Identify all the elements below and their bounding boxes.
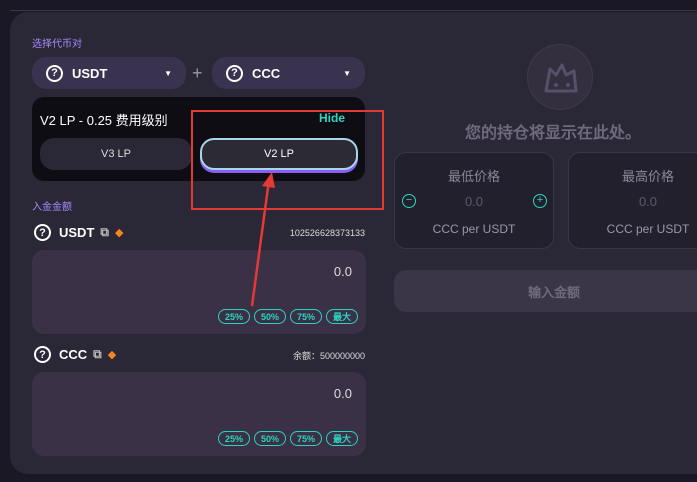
enter-amount-button[interactable]: 输入金额	[394, 270, 697, 312]
empty-position-text: 您的持仓将显示在此处。	[465, 125, 642, 142]
ccc-token-row: ? CCC ⧉ ◆	[34, 346, 116, 363]
caret-down-icon: ▼	[164, 68, 172, 78]
pair-section-label: 选择代币对	[32, 39, 82, 50]
usdt-amount-input[interactable]: 0.0	[334, 264, 352, 279]
annotation-highlight-box	[191, 110, 384, 210]
usdt-percent-row: 25% 50% 75% 最大	[217, 309, 358, 324]
percent-50-button[interactable]: 50%	[253, 309, 286, 324]
app-frame: 选择代币对 ? USDT ▼ + ? CCC ▼ V2 LP - 0.25 费用…	[0, 0, 697, 482]
ccc-percent-row: 25% 50% 75% 最大	[217, 431, 358, 446]
max-price-value[interactable]: 0.0	[569, 194, 697, 209]
ccc-amount-input[interactable]: 0.0	[334, 386, 352, 401]
min-price-label: 最低价格	[447, 169, 500, 184]
usdt-token-name: USDT	[59, 225, 95, 240]
token-b-name: CCC	[252, 65, 281, 81]
percent-max-button[interactable]: 最大	[325, 431, 358, 446]
question-token-icon: ?	[34, 346, 51, 363]
question-token-icon: ?	[226, 64, 243, 82]
top-divider	[10, 10, 697, 11]
metamask-fox-icon[interactable]: ◆	[115, 226, 123, 239]
max-price-unit: CCC per USDT	[606, 222, 690, 236]
percent-50-button[interactable]: 50%	[253, 431, 286, 446]
percent-25-button[interactable]: 25%	[217, 309, 250, 324]
percent-75-button[interactable]: 75%	[289, 431, 322, 446]
question-token-icon: ?	[46, 64, 63, 82]
min-price-unit: CCC per USDT	[432, 222, 516, 236]
percent-75-button[interactable]: 75%	[289, 309, 322, 324]
usdt-amount-box[interactable]: 0.0 25% 50% 75% 最大	[32, 250, 366, 334]
min-price-value[interactable]: 0.0	[395, 194, 553, 209]
question-token-icon: ?	[34, 224, 51, 241]
max-price-card: 最高价格 0.0 CCC per USDT	[568, 152, 697, 249]
empty-position-logo	[527, 44, 593, 110]
min-price-card: 最低价格 − 0.0 + CCC per USDT	[394, 152, 554, 249]
copy-icon[interactable]: ⧉	[93, 347, 102, 362]
ccc-amount-box[interactable]: 0.0 25% 50% 75% 最大	[32, 372, 366, 456]
ccc-token-name: CCC	[59, 347, 88, 362]
bunny-logo-icon	[544, 63, 578, 93]
metamask-fox-icon[interactable]: ◆	[108, 348, 116, 361]
v3-lp-button[interactable]: V3 LP	[40, 138, 192, 170]
percent-max-button[interactable]: 最大	[325, 309, 358, 324]
plus-circle-icon[interactable]: +	[533, 194, 547, 208]
token-b-select[interactable]: ? CCC ▼	[212, 57, 365, 89]
deposit-section-label: 入金金额	[32, 202, 72, 213]
fee-tier-title: V2 LP - 0.25 费用级别	[40, 113, 168, 128]
usdt-token-row: ? USDT ⧉ ◆	[34, 224, 123, 241]
caret-down-icon: ▼	[343, 68, 351, 78]
percent-25-button[interactable]: 25%	[217, 431, 250, 446]
max-price-label: 最高价格	[621, 169, 674, 184]
copy-icon[interactable]: ⧉	[100, 225, 109, 240]
token-a-select[interactable]: ? USDT ▼	[32, 57, 186, 89]
ccc-balance: 余额：500000000	[292, 351, 365, 361]
token-a-name: USDT	[72, 65, 108, 81]
usdt-balance: 102526628373133	[289, 228, 365, 238]
plus-sign: +	[192, 63, 203, 83]
